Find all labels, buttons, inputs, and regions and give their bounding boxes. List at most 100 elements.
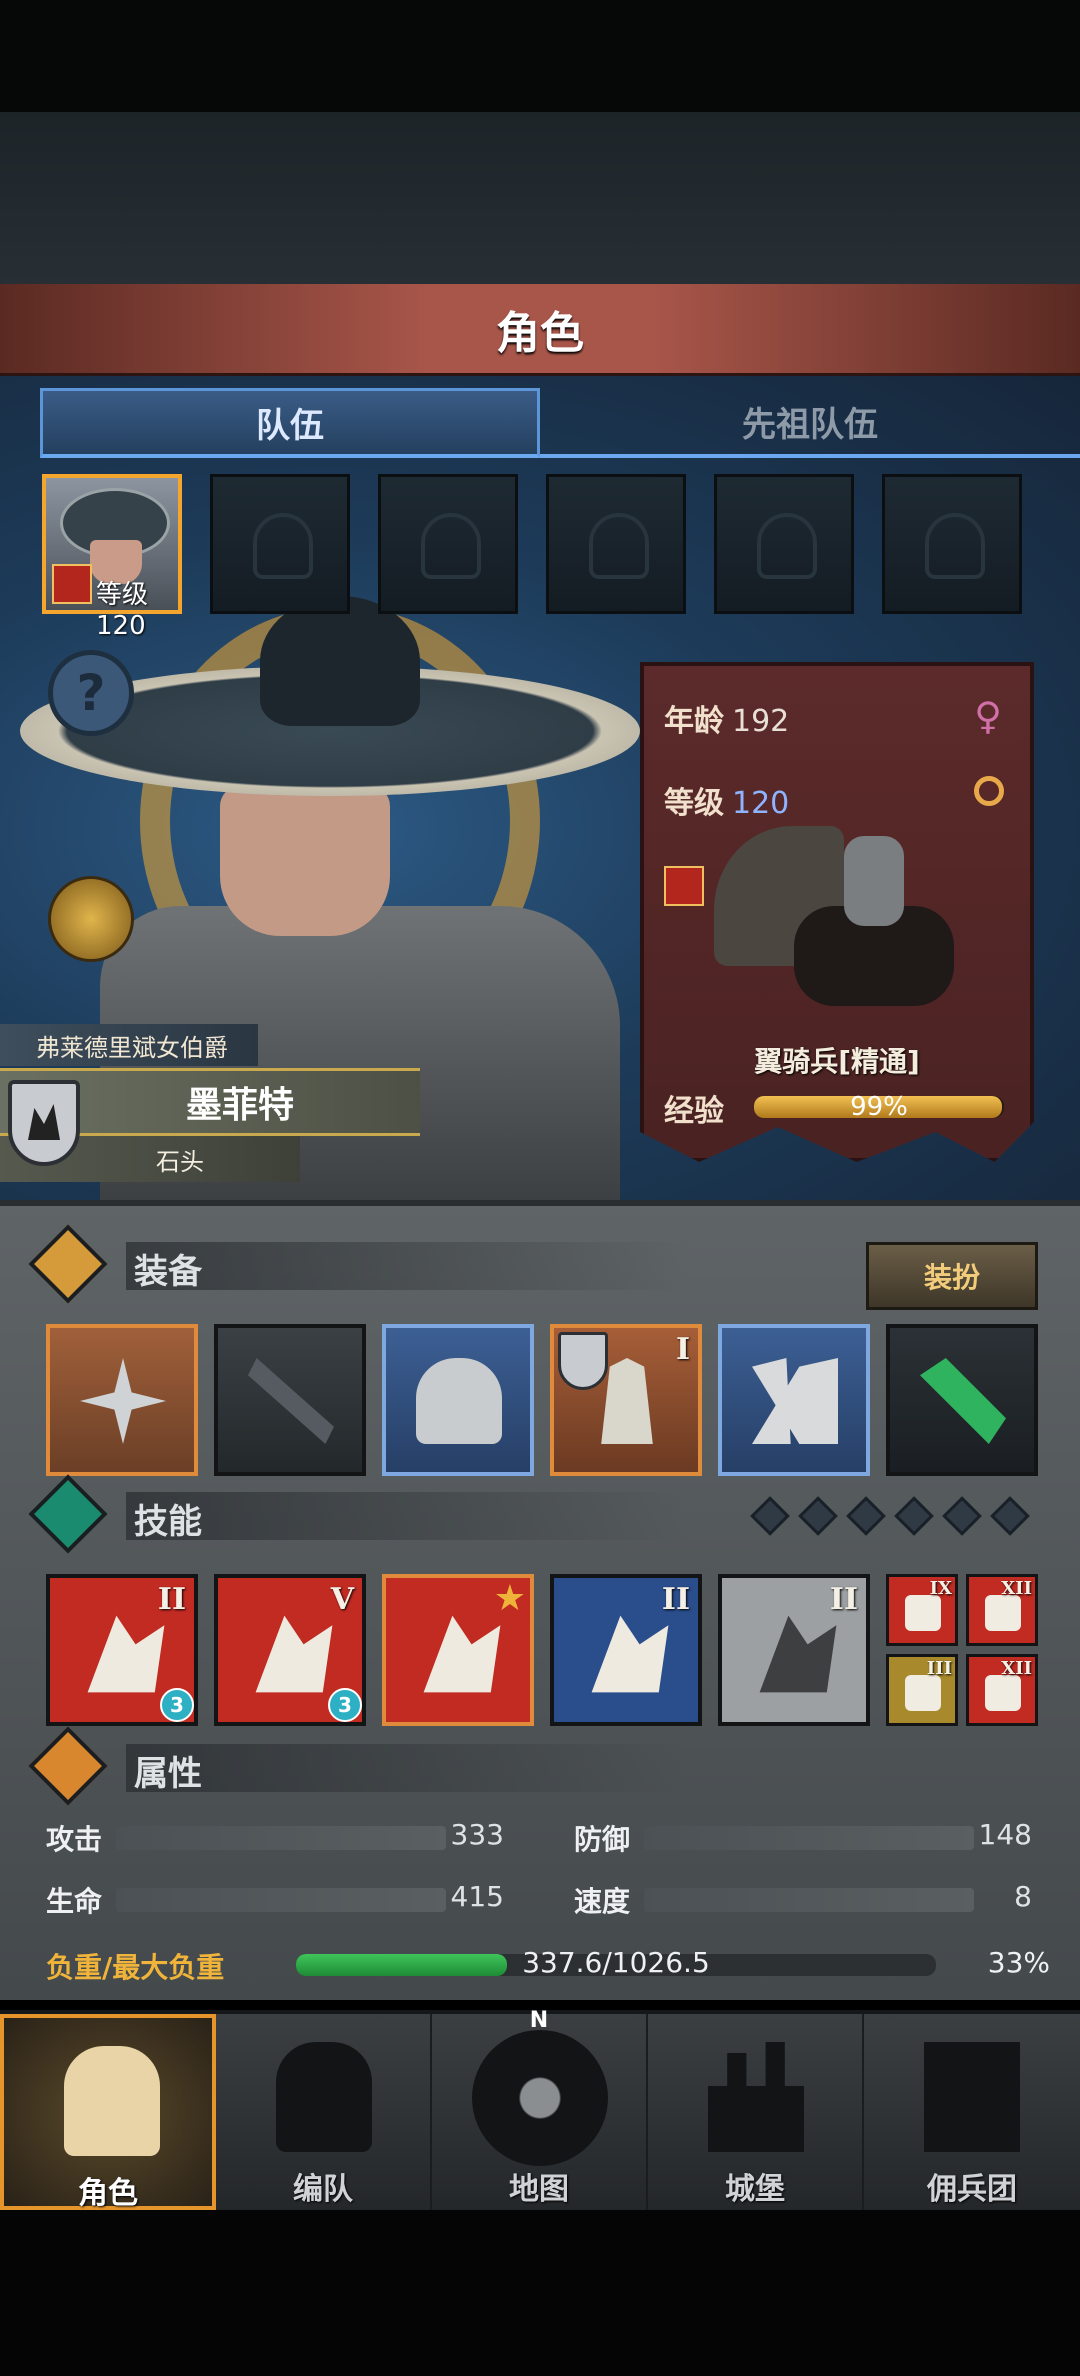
emerald-charm-icon xyxy=(920,1358,1006,1444)
greaves-icon xyxy=(752,1358,838,1444)
party-slot-2[interactable] xyxy=(210,474,350,614)
nav-mercenary[interactable]: 佣兵团 xyxy=(864,2014,1080,2210)
compass-north: N xyxy=(529,2008,549,2033)
skill-rank: II xyxy=(661,1582,690,1617)
speed-label: 速度 xyxy=(574,1885,631,1918)
party-slot-4[interactable] xyxy=(546,474,686,614)
shield-icon xyxy=(905,1675,941,1711)
empty-helmet-icon xyxy=(925,513,985,579)
polearm-icon xyxy=(248,1358,334,1444)
defense-stat: 防御 148 xyxy=(574,1818,1032,1858)
summon-skill-icon xyxy=(255,1615,333,1693)
nav-castle[interactable]: 城堡 xyxy=(648,2014,864,2210)
tab-team[interactable]: 队伍 xyxy=(40,388,540,458)
potion-button[interactable] xyxy=(48,876,134,962)
equip-slot-offhand[interactable] xyxy=(214,1324,366,1476)
age-label: 年龄 xyxy=(664,704,724,739)
nav-formation[interactable]: 编队 xyxy=(216,2014,432,2210)
knight-icon xyxy=(64,2046,160,2156)
equip-slot-boots[interactable] xyxy=(718,1324,870,1476)
dumbbell-icon xyxy=(985,1595,1021,1631)
party-slot-1[interactable]: 等级120 xyxy=(42,474,182,641)
skills-header: 技能 xyxy=(28,1474,1036,1554)
attributes-header: 属性 xyxy=(28,1726,1036,1806)
passive-rank: XII xyxy=(1001,1578,1032,1599)
character-face xyxy=(220,786,390,936)
skill-badge: 3 xyxy=(160,1688,194,1722)
status-bar-area xyxy=(0,0,1080,112)
slot-level: 等级120 xyxy=(96,580,149,641)
character-title: 弗莱德里斌女伯爵 xyxy=(0,1024,258,1066)
stat-bar xyxy=(116,1826,446,1850)
attack-value: 333 xyxy=(450,1818,504,1851)
details-panel: 装备 装扮 I 技能 II 3 V 3 ★ II II IX XII III X… xyxy=(0,1200,1080,2000)
hp-stat: 生命 415 xyxy=(46,1880,504,1920)
team-tabs: 队伍 先祖队伍 xyxy=(40,388,1080,458)
skill-slot-1[interactable]: II 3 xyxy=(46,1574,198,1726)
skill-slot-4[interactable]: II xyxy=(550,1574,702,1726)
speed-value: 8 xyxy=(1014,1880,1032,1913)
age-value: 192 xyxy=(732,704,790,739)
skill-slot-2[interactable]: V 3 xyxy=(214,1574,366,1726)
outfit-button[interactable]: 装扮 xyxy=(866,1242,1038,1310)
equip-slot-helmet[interactable] xyxy=(382,1324,534,1476)
nav-map[interactable]: N 地图 xyxy=(432,2008,648,2210)
exp-label: 经验 xyxy=(664,1094,724,1129)
skill-slot-5[interactable]: II xyxy=(718,1574,870,1726)
slash-skill-icon xyxy=(87,1615,165,1693)
helmet-icon xyxy=(276,2042,372,2152)
help-button[interactable]: ? xyxy=(48,650,134,736)
female-icon: ♀ xyxy=(974,694,1002,738)
hero-area: 队伍 先祖队伍 等级120 ? 弗莱德里斌女伯爵 墨菲特 石头 年龄 192 ♀ … xyxy=(0,376,1080,1200)
top-backdrop xyxy=(0,112,1080,284)
party-slot-5[interactable] xyxy=(714,474,854,614)
unit-rider xyxy=(844,836,904,926)
attack-stat: 攻击 333 xyxy=(46,1818,504,1858)
stat-bar xyxy=(116,1888,446,1912)
navigation-bar-area xyxy=(0,2210,1080,2376)
equip-slot-accessory[interactable] xyxy=(886,1324,1038,1476)
empty-helmet-icon xyxy=(589,513,649,579)
ring-icon[interactable] xyxy=(974,776,1004,806)
attributes-label: 属性 xyxy=(134,1754,202,1794)
skills-label: 技能 xyxy=(134,1502,202,1542)
tab-ancestor-team[interactable]: 先祖队伍 xyxy=(540,388,1080,458)
passive-skill-2[interactable]: XII xyxy=(966,1574,1038,1646)
party-slot-6[interactable] xyxy=(882,474,1022,614)
unit-name: 翼骑兵[精通] xyxy=(754,1045,920,1078)
castle-icon xyxy=(708,2042,804,2152)
nav-label: 城堡 xyxy=(725,2172,785,2207)
item-tier: I xyxy=(675,1332,690,1367)
attack-label: 攻击 xyxy=(46,1823,103,1856)
heartbeat-icon xyxy=(905,1595,941,1631)
star-icon: ★ xyxy=(493,1578,526,1619)
passive-rank: XII xyxy=(1001,1658,1032,1679)
skill-rank: II xyxy=(829,1582,858,1617)
passive-skill-3[interactable]: III xyxy=(886,1654,958,1726)
passive-skill-4[interactable]: XII xyxy=(966,1654,1038,1726)
banner-icon xyxy=(924,2042,1020,2152)
passive-skill-1[interactable]: IX xyxy=(886,1574,958,1646)
nav-label: 角色 xyxy=(78,2176,138,2211)
sword-icon xyxy=(985,1675,1021,1711)
compass-icon xyxy=(472,2030,608,2166)
nav-character[interactable]: 角色 xyxy=(0,2014,216,2211)
equip-slot-armor[interactable]: I xyxy=(550,1324,702,1476)
header-strip xyxy=(126,1242,686,1290)
load-value: 337.6/1026.5 xyxy=(522,1946,710,1979)
skill-badge: 3 xyxy=(328,1688,362,1722)
unit-art xyxy=(704,806,1004,1026)
empty-helmet-icon xyxy=(757,513,817,579)
person-icon xyxy=(28,1726,108,1806)
header-strip xyxy=(126,1492,686,1540)
equip-slot-weapon[interactable] xyxy=(46,1324,198,1476)
page-title-bar: 角色 xyxy=(0,284,1080,376)
unit-info-banner: 年龄 192 ♀ 等级 120 翼骑兵[精通] 经验 99% xyxy=(640,662,1034,1162)
party-slot-3[interactable] xyxy=(378,474,518,614)
bottom-nav: 角色 编队 N 地图 城堡 佣兵团 xyxy=(0,2008,1080,2211)
nav-label: 地图 xyxy=(509,2172,569,2207)
skill-rank: II xyxy=(157,1582,186,1617)
skill-slot-3[interactable]: ★ xyxy=(382,1574,534,1726)
defense-label: 防御 xyxy=(574,1823,631,1856)
unit-class-icon xyxy=(664,866,704,906)
